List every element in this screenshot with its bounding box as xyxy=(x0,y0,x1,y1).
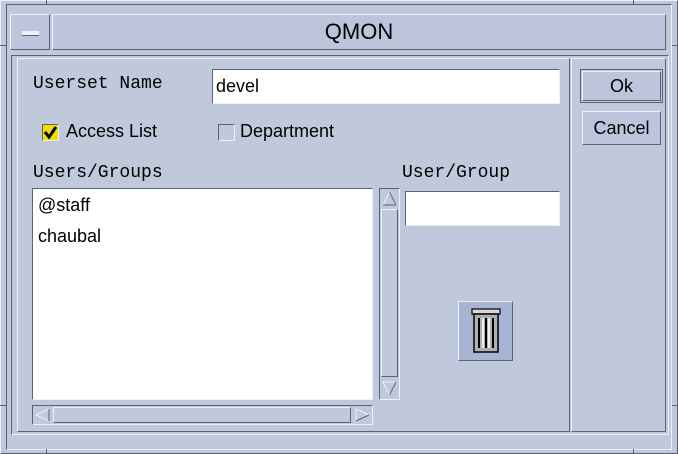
trash-can-icon xyxy=(471,308,501,353)
scrollbar-thumb[interactable] xyxy=(53,407,351,423)
arrow-left-icon[interactable] xyxy=(34,407,51,423)
ok-button[interactable]: Ok xyxy=(582,71,661,101)
resize-tick[interactable] xyxy=(46,449,47,454)
resize-tick[interactable] xyxy=(672,405,678,406)
checkmark-icon xyxy=(43,126,58,140)
resize-tick[interactable] xyxy=(0,45,6,46)
resize-tick[interactable] xyxy=(633,0,634,5)
window-menu-button[interactable] xyxy=(10,14,50,50)
scrollbar-thumb[interactable] xyxy=(381,209,398,377)
resize-tick[interactable] xyxy=(633,449,634,454)
arrow-right-icon[interactable] xyxy=(354,407,371,423)
userset-name-input[interactable]: devel xyxy=(212,69,560,104)
delete-button[interactable] xyxy=(458,301,513,361)
resize-tick[interactable] xyxy=(46,0,47,5)
department-label: Department xyxy=(240,121,335,141)
window-menu-icon xyxy=(22,31,39,36)
userset-name-label: Userset Name xyxy=(33,74,163,94)
arrow-up-icon[interactable] xyxy=(381,190,398,207)
resize-tick[interactable] xyxy=(672,45,678,46)
list-item[interactable]: chaubal xyxy=(38,226,101,247)
access-list-checkbox[interactable] xyxy=(42,124,59,141)
vertical-scrollbar[interactable] xyxy=(379,188,400,400)
ok-button-label: Ok xyxy=(609,75,633,96)
users-groups-list[interactable]: @staff chaubal xyxy=(32,188,373,400)
arrow-down-icon[interactable] xyxy=(381,380,398,397)
user-group-label: User/Group xyxy=(402,163,511,183)
cancel-button[interactable]: Cancel xyxy=(582,111,661,145)
users-groups-label: Users/Groups xyxy=(33,163,163,183)
list-item[interactable]: @staff xyxy=(38,195,90,216)
department-checkbox[interactable] xyxy=(218,124,235,141)
resize-tick[interactable] xyxy=(0,405,6,406)
horizontal-scrollbar[interactable] xyxy=(32,405,373,425)
access-list-label: Access List xyxy=(66,121,158,141)
window-title: QMON xyxy=(324,19,394,44)
cancel-button-label: Cancel xyxy=(593,117,650,138)
title-bar[interactable]: QMON xyxy=(52,14,666,50)
user-group-input[interactable] xyxy=(405,191,560,226)
